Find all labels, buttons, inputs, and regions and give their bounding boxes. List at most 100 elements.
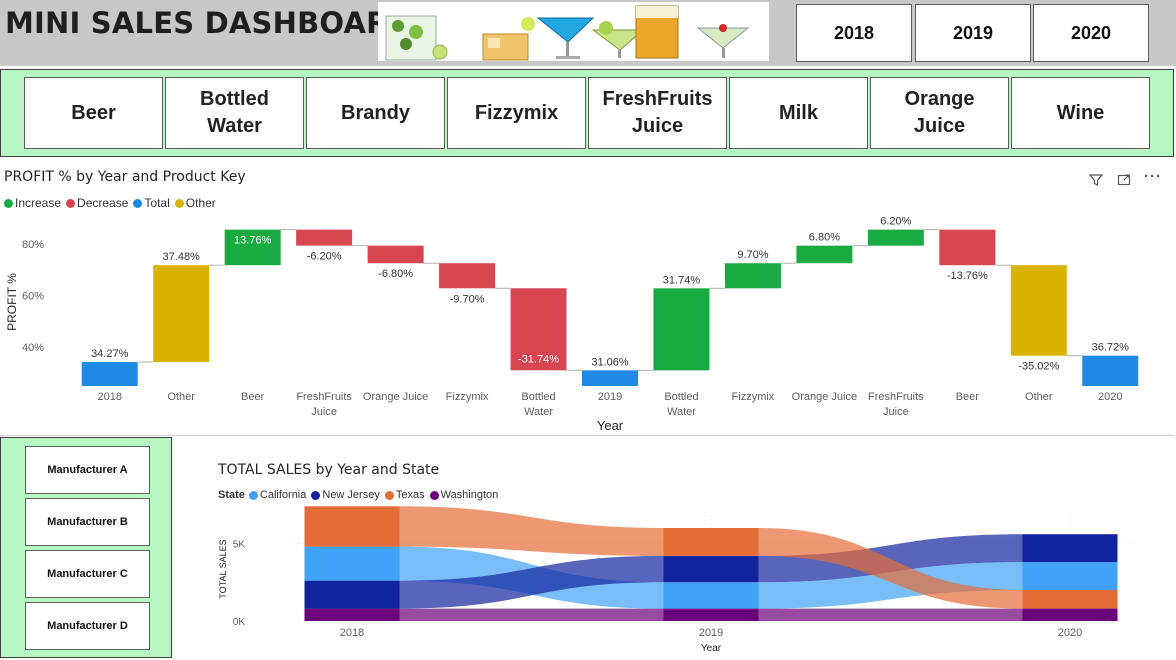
- manufacturer-button-c[interactable]: Manufacturer C: [25, 550, 150, 598]
- profit-waterfall-visual[interactable]: PROFIT % by Year and Product Key ··· Inc…: [0, 166, 1174, 436]
- manufacturer-button-d[interactable]: Manufacturer D: [25, 602, 150, 650]
- x-tick-label: Other: [1025, 391, 1053, 403]
- x-tick-label: Juice: [311, 406, 337, 418]
- x-axis-label: Year: [701, 643, 722, 654]
- ribbon-segment-texas: [1022, 590, 1118, 609]
- x-tick-label: Water: [667, 406, 696, 418]
- ribbon-segment-california: [304, 546, 400, 581]
- data-label: 9.70%: [737, 249, 768, 261]
- y-tick-label: 5K: [233, 540, 246, 551]
- ribbon-segment-california: [1022, 562, 1118, 590]
- x-tick-label: Orange Juice: [363, 391, 428, 403]
- product-button-orange-juice[interactable]: Orange Juice: [870, 77, 1009, 149]
- year-button-2018[interactable]: 2018: [796, 4, 912, 62]
- waterfall-bar-other: [153, 265, 210, 363]
- product-button-milk[interactable]: Milk: [729, 77, 868, 149]
- data-label: 6.80%: [809, 232, 840, 244]
- waterfall-bar-freshfruits-juice: [296, 229, 353, 246]
- data-label: 31.06%: [591, 356, 629, 368]
- x-tick-label: Fizzymix: [732, 391, 775, 403]
- waterfall-bar-freshfruits-juice: [867, 229, 924, 246]
- header-bar: MINI SALES DASHBOARD 2018 2019 2020: [0, 0, 1176, 66]
- product-label: Bottled Water: [200, 88, 269, 137]
- y-tick-label: 80%: [22, 239, 44, 251]
- drinks-banner-image: [378, 2, 769, 61]
- x-axis-label: Year: [597, 418, 624, 433]
- sales-ribbon-visual[interactable]: TOTAL SALES by Year and State State Cali…: [172, 437, 1174, 658]
- x-tick-label: 2020: [1058, 627, 1082, 639]
- ribbon-washington: [758, 608, 1023, 621]
- data-label: 6.20%: [880, 216, 911, 228]
- waterfall-bar-bottled-water: [653, 288, 710, 371]
- product-button-beer[interactable]: Beer: [24, 77, 163, 149]
- x-tick-label: FreshFruits: [868, 391, 924, 403]
- x-tick-label: Other: [167, 391, 195, 403]
- waterfall-bar-fizzymix: [439, 263, 496, 289]
- waterfall-bar-2018: [81, 362, 138, 386]
- product-slicer: Beer Bottled Water Brandy Fizzymix Fresh…: [0, 69, 1174, 157]
- product-label: FreshFruits Juice: [602, 88, 713, 137]
- product-button-bottled-water[interactable]: Bottled Water: [165, 77, 304, 149]
- waterfall-chart: 40% 60% 80% PROFIT % Year 34.27% 2018 37.48% Oth…: [5, 216, 1139, 433]
- data-label: 37.48%: [163, 251, 201, 263]
- product-button-fizzymix[interactable]: Fizzymix: [447, 77, 586, 149]
- ribbon-segment-washington: [1022, 608, 1118, 621]
- x-tick-label: Bottled: [521, 391, 555, 403]
- product-label: Orange Juice: [904, 88, 975, 137]
- x-tick-label: Juice: [883, 406, 909, 418]
- y-tick-label: 60%: [22, 291, 44, 303]
- x-tick-label: Beer: [241, 391, 265, 403]
- x-tick-label: Orange Juice: [792, 391, 857, 403]
- x-tick-label: Fizzymix: [446, 391, 489, 403]
- data-label: 31.74%: [663, 274, 701, 286]
- y-axis-label: PROFIT %: [5, 273, 19, 331]
- data-label: -31.74%: [518, 353, 559, 365]
- ribbon-segment-new-jersey: [663, 555, 759, 583]
- data-label: 36.72%: [1092, 342, 1130, 354]
- ribbon-segment-new-jersey: [304, 580, 400, 609]
- ribbon-segment-washington: [304, 608, 400, 621]
- ribbon-segment-california: [663, 582, 759, 609]
- x-tick-label: 2019: [598, 391, 622, 403]
- x-tick-label: 2019: [699, 627, 723, 639]
- data-label: -35.02%: [1018, 361, 1059, 373]
- waterfall-bar-fizzymix: [724, 263, 781, 289]
- y-axis-label: TOTAL SALES: [218, 539, 228, 598]
- product-button-freshfruits-juice[interactable]: FreshFruits Juice: [588, 77, 727, 149]
- waterfall-bar-2019: [582, 370, 638, 386]
- ribbon-segment-new-jersey: [1022, 534, 1118, 563]
- x-tick-label: FreshFruits: [296, 391, 352, 403]
- x-tick-label: Water: [524, 406, 553, 418]
- x-tick-label: Beer: [956, 391, 980, 403]
- year-button-2020[interactable]: 2020: [1033, 4, 1149, 62]
- waterfall-bar-orange-juice: [796, 245, 853, 264]
- waterfall-bar-other: [1010, 265, 1067, 356]
- waterfall-bar-2020: [1082, 355, 1139, 386]
- drinks-illustration: [378, 2, 769, 61]
- data-label: -9.70%: [450, 293, 485, 305]
- ribbon-segment-washington: [663, 608, 759, 621]
- x-tick-label: 2020: [1098, 391, 1122, 403]
- dashboard-title: MINI SALES DASHBOARD: [5, 6, 413, 40]
- x-tick-label: Bottled: [664, 391, 698, 403]
- ribbon-chart: 2018 2019 2020 0K 5K TOTAL SALES Year: [218, 506, 1132, 654]
- data-label: -13.76%: [947, 270, 988, 282]
- data-label: -6.20%: [307, 251, 342, 263]
- x-tick-label: 2018: [340, 627, 364, 639]
- y-tick-label: 40%: [22, 342, 44, 354]
- x-tick-label: 2018: [97, 391, 121, 403]
- data-label: -6.80%: [378, 268, 413, 280]
- data-label: 13.76%: [234, 235, 272, 247]
- manufacturer-button-b[interactable]: Manufacturer B: [25, 498, 150, 546]
- waterfall-bar-orange-juice: [367, 245, 424, 264]
- ribbon-washington: [399, 608, 664, 621]
- data-label: 34.27%: [91, 348, 129, 360]
- manufacturer-button-a[interactable]: Manufacturer A: [25, 446, 150, 494]
- waterfall-bar-beer: [939, 229, 996, 266]
- manufacturer-slicer: Manufacturer A Manufacturer B Manufactur…: [0, 437, 172, 658]
- product-button-brandy[interactable]: Brandy: [306, 77, 445, 149]
- year-button-2019[interactable]: 2019: [915, 4, 1031, 62]
- product-button-wine[interactable]: Wine: [1011, 77, 1150, 149]
- y-tick-label: 0K: [233, 617, 246, 628]
- ribbon-segment-texas: [304, 506, 400, 547]
